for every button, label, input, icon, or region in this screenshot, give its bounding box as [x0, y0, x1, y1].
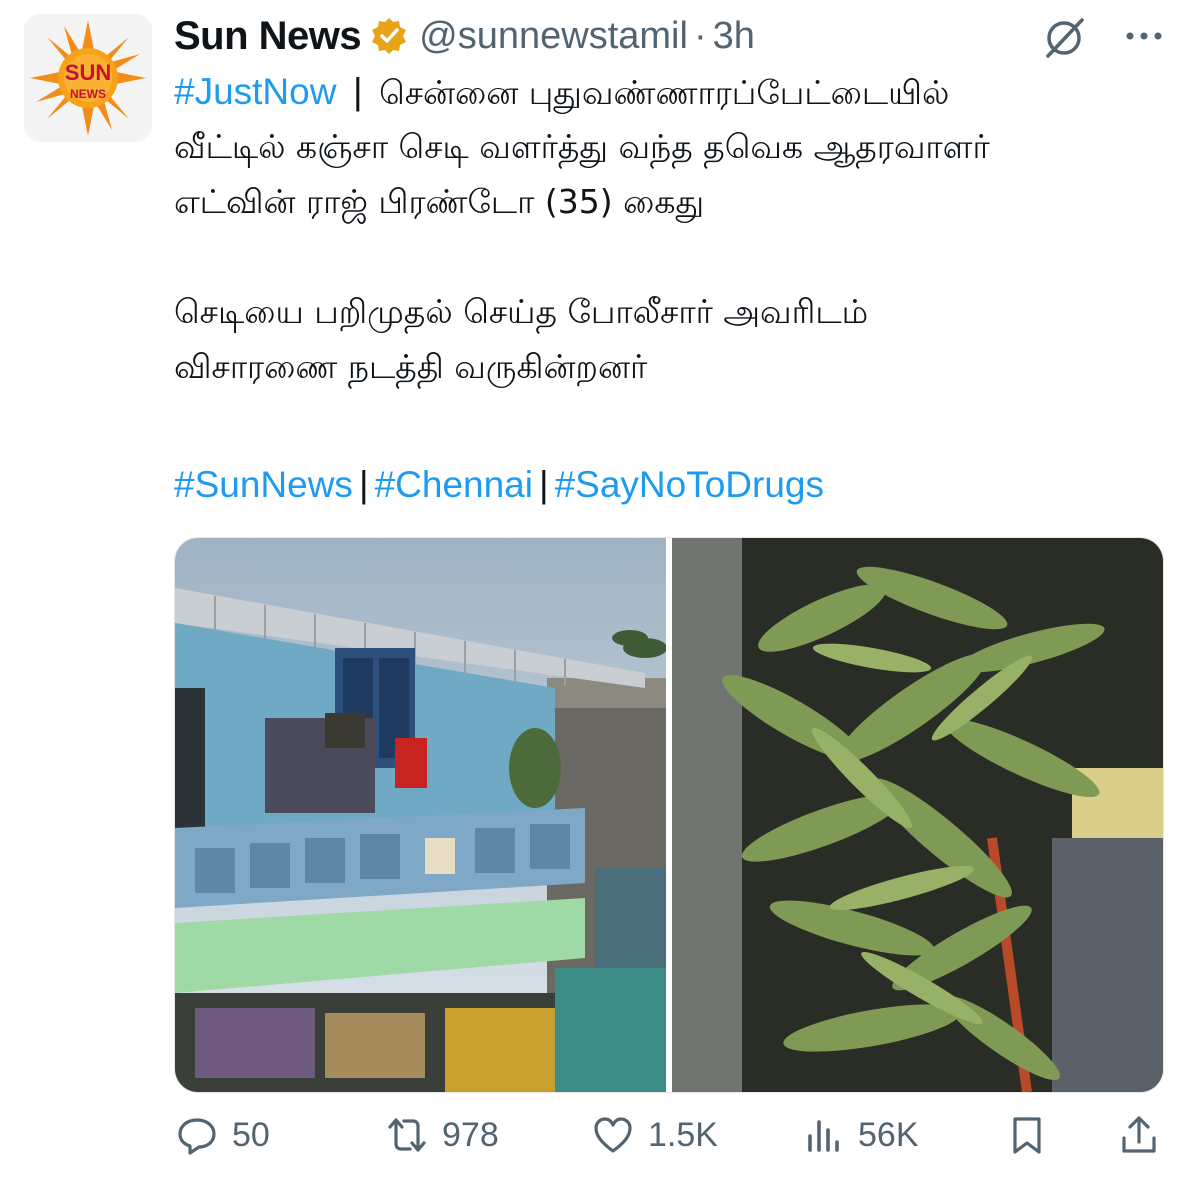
hashtag-chennai[interactable]: #Chennai: [375, 464, 533, 505]
tweet-line-3: எட்வின் ராஜ் பிரண்டோ (35) கைது: [174, 182, 705, 221]
bookmark-icon: [1013, 1117, 1041, 1154]
hashtag-line: #SunNews | #Chennai | #SayNoToDrugs: [174, 457, 1164, 512]
tweet-media: [174, 537, 1164, 1093]
timestamp[interactable]: 3h: [713, 15, 755, 58]
like-count: 1.5K: [648, 1115, 718, 1154]
text-separator: |: [352, 71, 363, 112]
view-count: 56K: [858, 1115, 919, 1154]
hashtag-separator: |: [358, 464, 369, 505]
more-icon[interactable]: [1124, 30, 1164, 42]
tweet-text: #JustNow | சென்னை புதுவண்ணாரப்பேட்டையில்…: [174, 64, 1164, 512]
hashtag-sunnews[interactable]: #SunNews: [174, 464, 353, 505]
share-button[interactable]: [1118, 1114, 1160, 1156]
avatar[interactable]: SUN NEWS: [24, 14, 152, 142]
tweet-header: Sun News @sunnewstamil · 3h: [174, 10, 755, 62]
tweet-line-5: விசாரணை நடத்தி வருகின்றனர்: [174, 347, 648, 386]
tweet-text-line: சென்னை புதுவண்ணாரப்பேட்டையில்: [379, 73, 950, 112]
grok-icon[interactable]: [1040, 14, 1088, 62]
verified-badge-icon: [372, 18, 407, 54]
hashtag-saynotodrugs[interactable]: #SayNoToDrugs: [555, 464, 824, 505]
repost-icon: [388, 1118, 426, 1152]
repost-count: 978: [442, 1115, 499, 1154]
author-name[interactable]: Sun News: [174, 14, 362, 59]
views-button[interactable]: 56K: [802, 1114, 919, 1156]
bookmark-button[interactable]: [1006, 1114, 1048, 1156]
svg-text:SUN: SUN: [65, 60, 111, 85]
tweet-line-2: வீட்டில் கஞ்சா செடி வளர்த்து வந்த தவெக ஆ…: [174, 127, 990, 166]
hashtag-separator: |: [538, 464, 549, 505]
like-button[interactable]: 1.5K: [592, 1114, 718, 1156]
photo-house-balcony[interactable]: [175, 538, 666, 1092]
reply-button[interactable]: 50: [176, 1114, 270, 1156]
repost-button[interactable]: 978: [386, 1114, 499, 1156]
svg-text:NEWS: NEWS: [70, 87, 106, 101]
tweet-line-1: #JustNow | சென்னை புதுவண்ணாரப்பேட்டையில்: [174, 64, 1164, 119]
hashtag-justnow[interactable]: #JustNow: [174, 71, 336, 112]
reply-icon: [178, 1118, 216, 1155]
tweet-line-4: செடியை பறிமுதல் செய்த போலீசார் அவரிடம்: [174, 292, 869, 331]
sun-news-logo: SUN NEWS: [24, 14, 152, 142]
like-icon: [594, 1117, 632, 1153]
tweet-actions: 50 978 1.5K 56K: [176, 1114, 1166, 1170]
header-separator: ·: [693, 14, 707, 57]
reply-count: 50: [232, 1115, 270, 1154]
share-icon: [1122, 1116, 1156, 1153]
author-handle[interactable]: @sunnewstamil: [419, 15, 688, 58]
views-icon: [808, 1120, 839, 1152]
photo-cannabis-plant[interactable]: [672, 538, 1163, 1092]
